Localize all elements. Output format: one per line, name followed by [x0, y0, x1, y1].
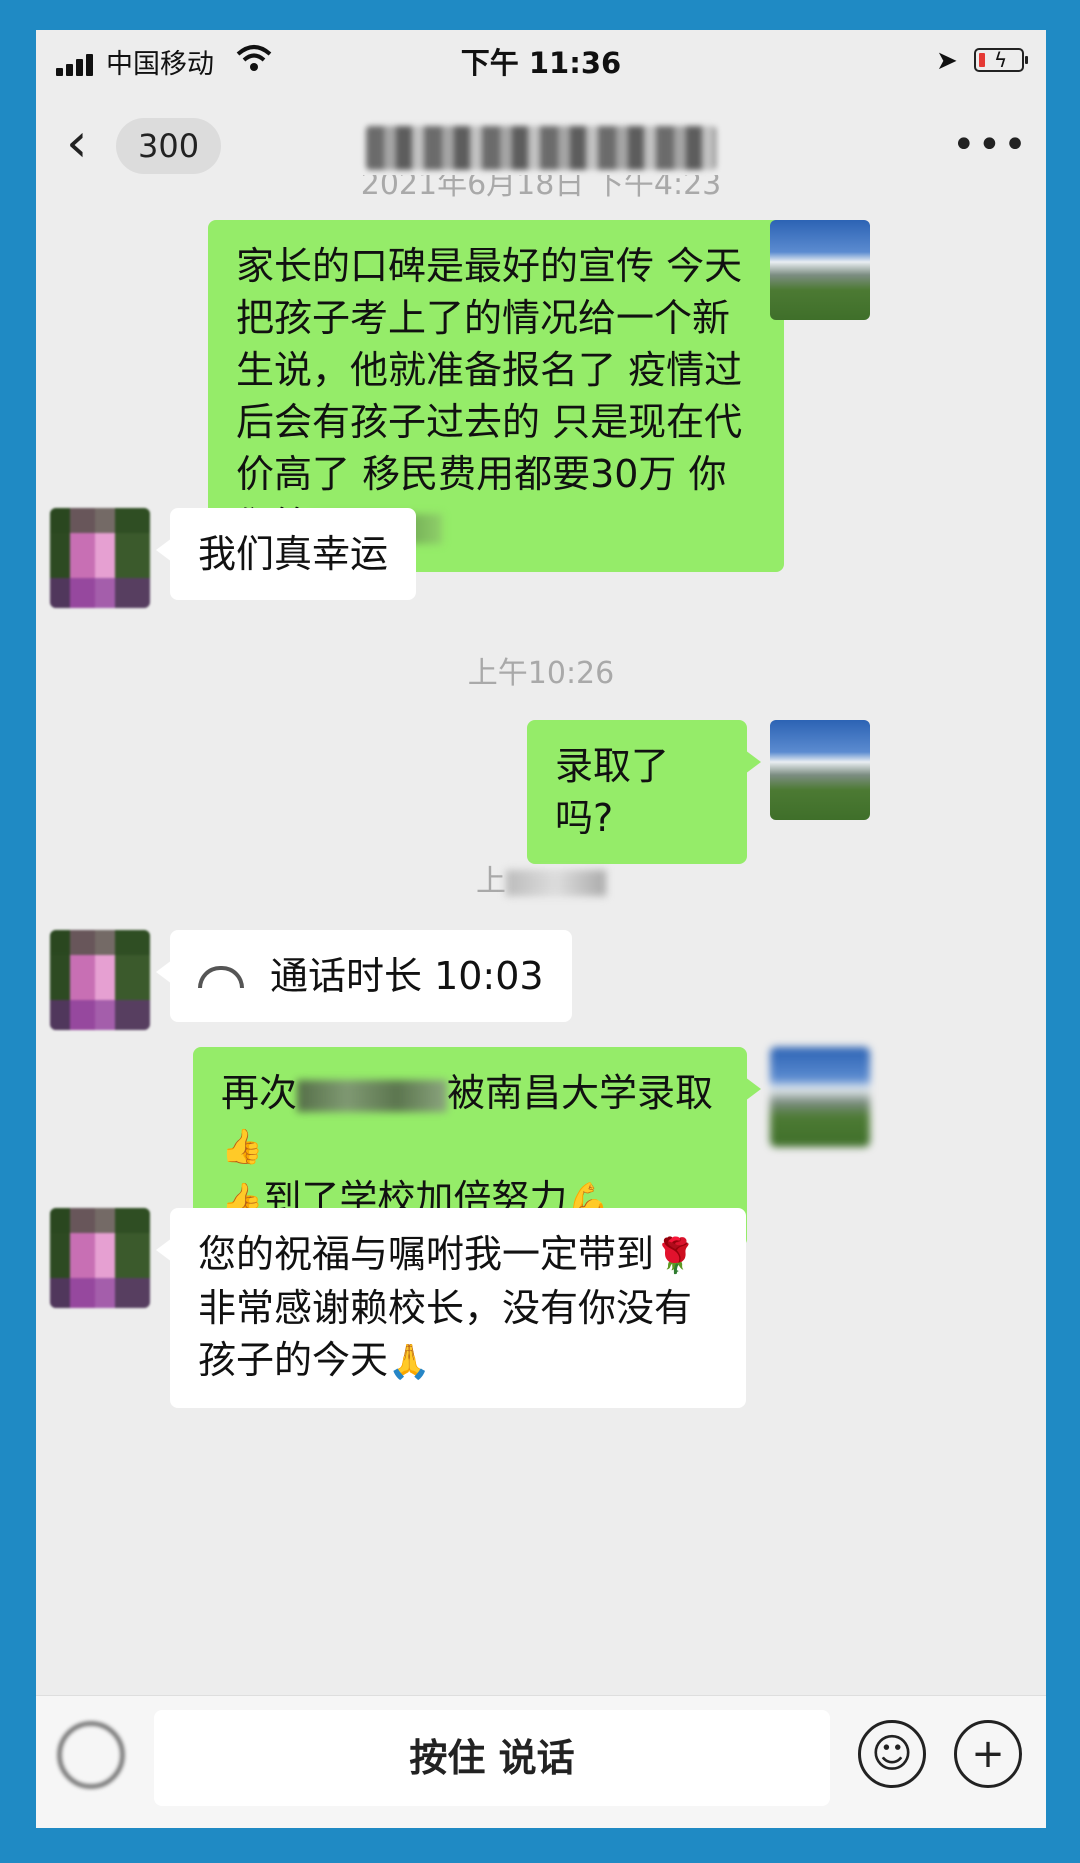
- status-time: 下午 11:36: [460, 46, 622, 80]
- hold-to-talk-button[interactable]: 按住 说话: [154, 1710, 830, 1806]
- folded-hands-icon: 🙏: [388, 1342, 431, 1382]
- call-record-bubble[interactable]: 通话时长 10:03: [156, 930, 572, 1022]
- contact-avatar[interactable]: [50, 508, 150, 608]
- blurred-timestamp: [506, 869, 606, 896]
- message-text: 非常感谢赖校长，没有你没有孩子的今天: [198, 1286, 693, 1382]
- timestamp: 上午10:26: [467, 656, 615, 691]
- voice-input-icon[interactable]: [58, 1722, 124, 1788]
- battery-icon: ϟ: [974, 48, 1028, 72]
- rose-icon: 🌹: [654, 1236, 697, 1276]
- message-text: 再次: [221, 1071, 298, 1115]
- message-bubble-sent[interactable]: 录取了吗?: [527, 720, 761, 864]
- message-text: 您的祝福与嘱咐我一定带到: [198, 1232, 655, 1276]
- contact-avatar[interactable]: [50, 930, 150, 1030]
- status-bar: 中国移动 下午 11:36 ➤ ϟ: [36, 30, 1046, 90]
- unread-count-badge[interactable]: 300: [116, 118, 222, 174]
- more-options-icon[interactable]: •••: [952, 122, 1029, 168]
- call-duration-text: 通话时长 10:03: [270, 954, 544, 998]
- input-bar: 按住 说话 ☺ +: [36, 1695, 1046, 1828]
- thumbs-up-icon: 👍: [221, 1127, 264, 1167]
- message-text: 录取了吗?: [555, 744, 670, 840]
- message-bubble-received[interactable]: 您的祝福与嘱咐我一定带到🌹 非常感谢赖校长，没有你没有孩子的今天🙏: [156, 1208, 746, 1408]
- back-icon[interactable]: ‹: [66, 108, 106, 178]
- phone-call-icon: [198, 965, 244, 988]
- add-icon[interactable]: +: [954, 1720, 1022, 1788]
- chat-screen: 中国移动 下午 11:36 ➤ ϟ ‹ 300 ••• 2021年6月18日 下…: [36, 30, 1046, 1828]
- message-text: 我们真幸运: [198, 532, 389, 576]
- timestamp: 上: [36, 856, 1046, 900]
- my-avatar[interactable]: [770, 720, 870, 820]
- blurred-text: [297, 1079, 448, 1112]
- message-text: 被南昌大学录取: [447, 1071, 714, 1115]
- location-icon: ➤: [936, 46, 958, 76]
- my-avatar[interactable]: [770, 1047, 870, 1147]
- emoji-icon[interactable]: ☺: [858, 1720, 926, 1788]
- timestamp: 2021年6月18日 下午4:23: [360, 175, 722, 202]
- message-text: 家长的口碑是最好的宣传 今天把孩子考上了的情况给一个新生说，他就准备报名了 疫情…: [236, 244, 743, 548]
- my-avatar[interactable]: [770, 220, 870, 320]
- contact-avatar[interactable]: [50, 1208, 150, 1308]
- message-bubble-received[interactable]: 我们真幸运: [155, 508, 417, 600]
- chat-title-blurred: [366, 126, 716, 170]
